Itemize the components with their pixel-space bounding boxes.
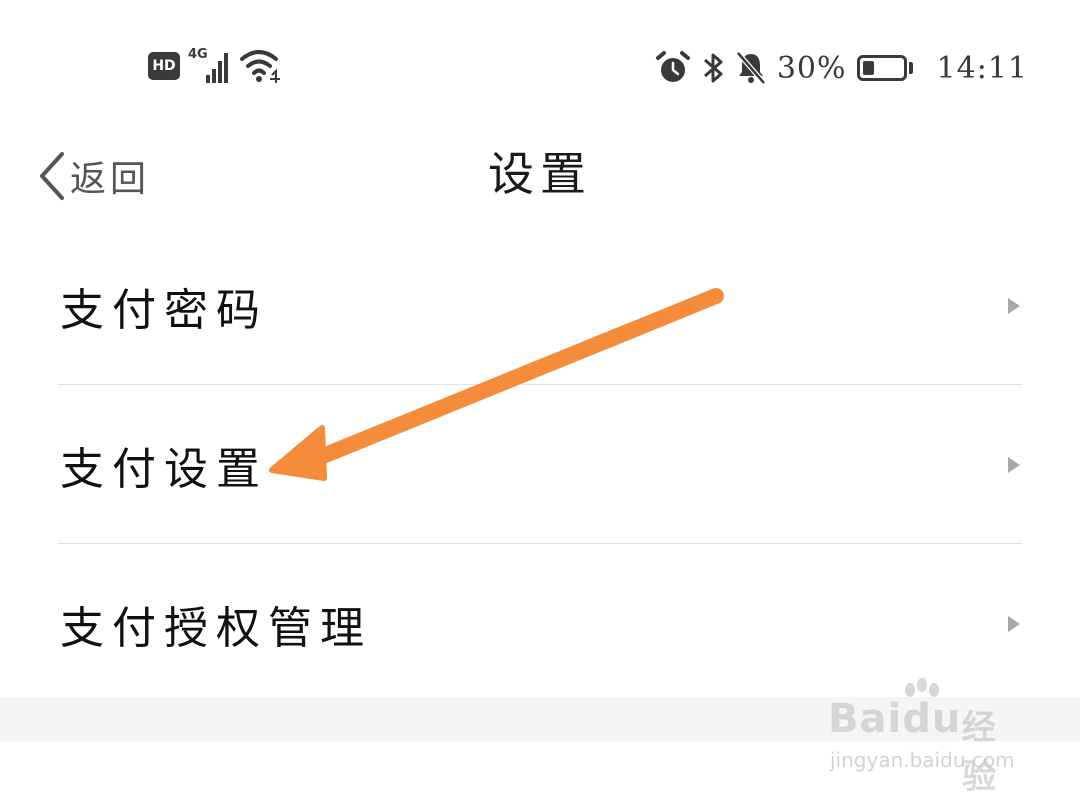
list-item-payment-password[interactable]: 支付密码 — [0, 226, 1080, 385]
chevron-right-icon — [1008, 456, 1020, 473]
nav-bar: 返回 设置 — [0, 128, 1080, 228]
list-item-label: 支付授权管理 — [60, 602, 372, 654]
page-title: 设置 — [488, 147, 592, 201]
battery-fill — [862, 61, 874, 75]
list-item-label: 支付设置 — [60, 443, 268, 495]
hd-badge: HD — [148, 52, 180, 80]
paw-icon — [905, 678, 939, 697]
alarm-icon — [655, 50, 691, 86]
watermark: Baidu 经验 jingyan.baidu.com — [828, 678, 1028, 797]
chevron-right-icon — [1008, 615, 1020, 632]
list-item-payment-settings[interactable]: 支付设置 — [0, 385, 1080, 544]
bluetooth-icon — [701, 50, 725, 86]
list-item-label: 支付密码 — [60, 284, 268, 336]
signal-icon: 4G — [188, 47, 232, 83]
status-left: HD 4G — [148, 46, 282, 86]
settings-list: 支付密码 支付设置 支付授权管理 — [0, 226, 1080, 703]
wifi-icon — [240, 49, 282, 83]
watermark-url: jingyan.baidu.com — [830, 748, 1015, 772]
chevron-right-icon — [1008, 297, 1020, 314]
bell-muted-icon — [735, 50, 767, 86]
status-time: 14:11 — [936, 50, 1028, 86]
battery-percent: 30% — [776, 50, 847, 86]
battery-icon — [856, 55, 913, 81]
status-right: 30% 14:11 — [655, 44, 1028, 92]
status-bar: HD 4G 30% 14:11 — [0, 0, 1080, 120]
